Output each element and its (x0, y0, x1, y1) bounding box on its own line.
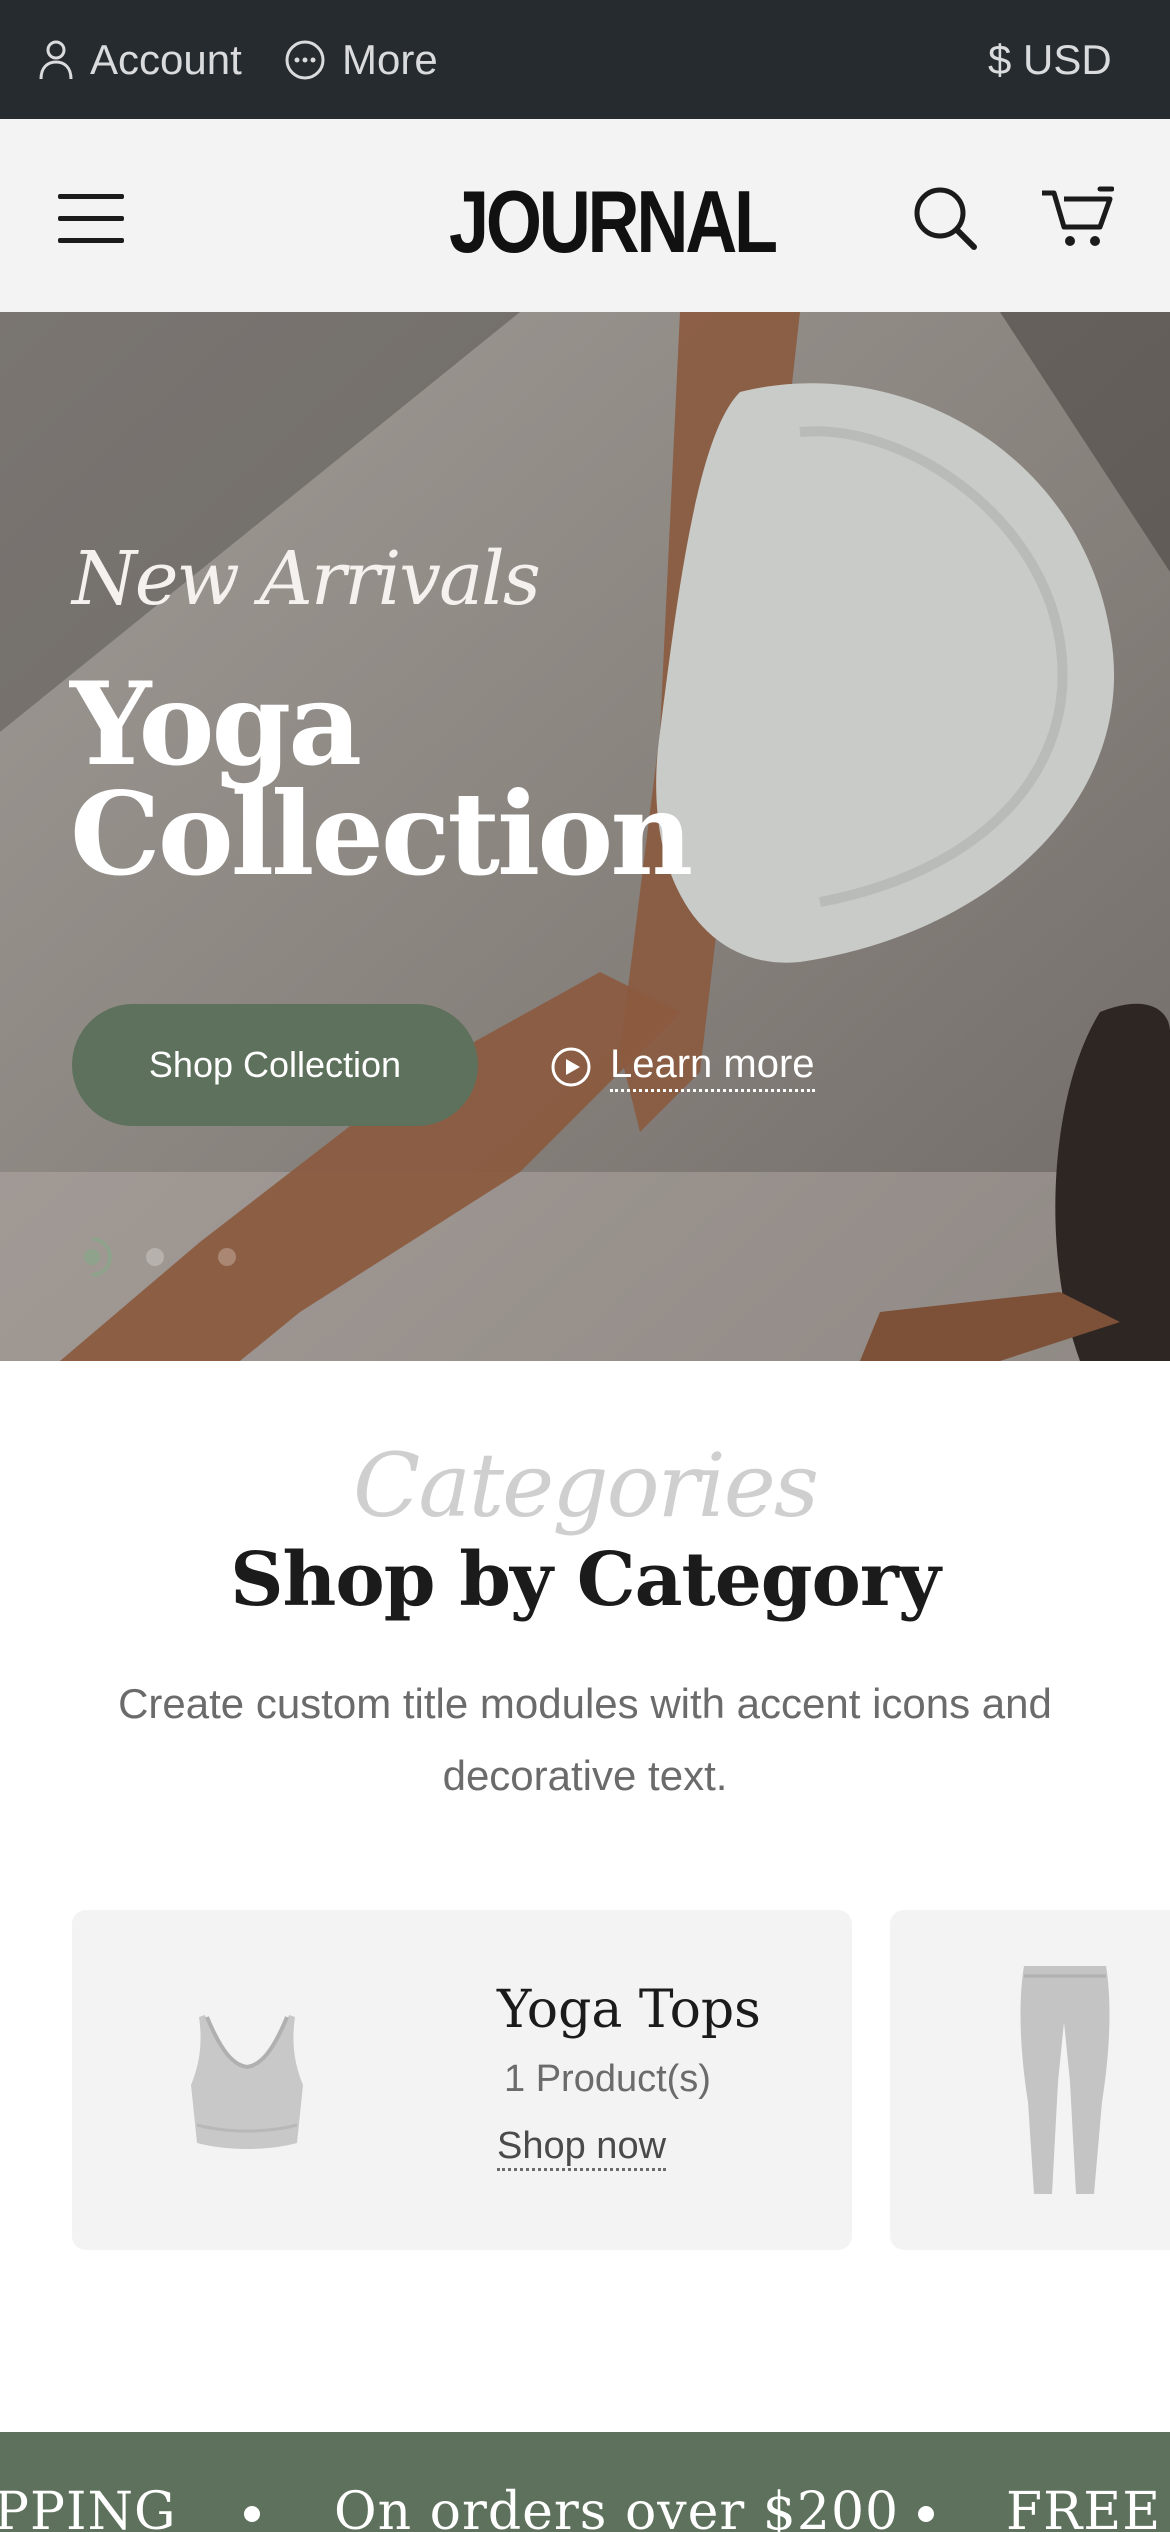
category-card[interactable]: Yoga Tops 1 Product(s) Shop now (72, 1910, 852, 2250)
section-description: Create custom title modules with accent … (118, 1680, 1052, 1799)
more-link[interactable]: More (284, 30, 438, 90)
search-icon[interactable] (912, 185, 978, 251)
site-logo[interactable]: JOURNAL (449, 178, 778, 266)
slider-pagination (70, 1237, 290, 1277)
marquee-separator (244, 2506, 260, 2522)
marquee-text: On orders over $200 (334, 2482, 900, 2532)
shop-now-link[interactable]: Shop now (497, 2124, 667, 2171)
section-title: Shop by Category (230, 1537, 941, 1623)
hero-title: Yoga Collection (70, 657, 693, 901)
user-icon (39, 40, 73, 80)
slider-dot[interactable] (218, 1248, 236, 1266)
play-circle-icon (551, 1047, 591, 1087)
more-label: More (342, 36, 438, 83)
marquee-text: FREE (1006, 2482, 1162, 2532)
hamburger-menu-icon[interactable] (58, 192, 126, 244)
currency-label: $ USD (988, 36, 1112, 83)
announcement-marquee: PPING On orders over $200 FREE (0, 2432, 1170, 2532)
more-dots-icon (285, 40, 325, 80)
cart-icon[interactable] (1040, 185, 1114, 251)
slider-dot-active[interactable] (70, 1235, 114, 1279)
learn-more-label: Learn more (610, 1042, 815, 1092)
hero-banner: New Arrivals Yoga Collection Shop Collec… (0, 312, 1170, 1361)
marquee-separator (918, 2506, 934, 2522)
account-label: Account (90, 36, 242, 83)
marquee-text: PPING (0, 2482, 177, 2532)
section-kicker: Categories (353, 1434, 819, 1537)
category-card[interactable] (890, 1910, 1170, 2250)
hero-kicker: New Arrivals (72, 536, 541, 622)
sports-bra-image (191, 2015, 303, 2149)
category-product-count: 1 Product(s) (504, 2058, 711, 2100)
shop-collection-button[interactable]: Shop Collection (72, 1004, 478, 1126)
category-title: Yoga Tops (497, 1980, 761, 2040)
leggings-image (1020, 1966, 1110, 2194)
currency-selector[interactable]: $ USD (988, 30, 1112, 90)
account-link[interactable]: Account (38, 30, 242, 90)
slider-dot[interactable] (146, 1248, 164, 1266)
learn-more-link[interactable]: Learn more (550, 1037, 815, 1097)
top-utility-bar: Account More $ USD (0, 0, 1170, 119)
